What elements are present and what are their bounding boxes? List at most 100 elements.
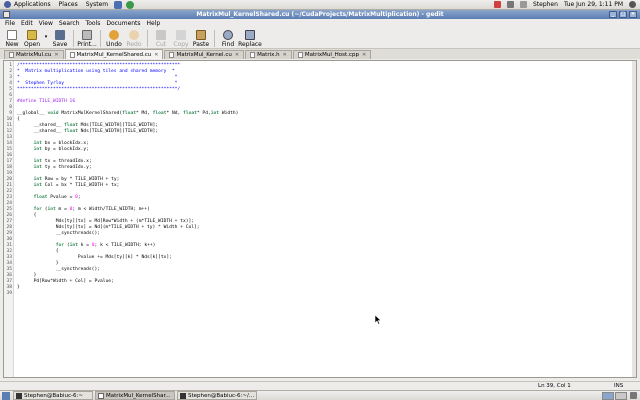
menu-documents[interactable]: Documents [103,20,143,27]
tab-label: MatrixMul_KernelShared.cu [76,51,152,58]
vertical-scrollbar[interactable] [632,61,636,377]
code-line[interactable]: __syncthreads(); [17,231,100,237]
menu-search[interactable]: Search [56,20,83,27]
new-button[interactable]: New [2,28,22,48]
cut-icon [156,30,166,40]
gedit-window-icon[interactable] [3,11,10,18]
chrome-launcher-icon[interactable] [126,0,135,9]
menu-file[interactable]: File [2,20,18,27]
save-button[interactable]: Save [50,28,70,48]
tab-matrixmul-kernel[interactable]: MatrixMul_Kernel.cu ✕ [164,50,245,59]
tab-matrixmul-kernelshared[interactable]: MatrixMul_KernelShared.cu ✕ [64,49,164,59]
replace-button[interactable]: Replace [238,28,262,48]
workspace-2[interactable] [615,391,627,400]
code-line[interactable]: for (int m = 0; m < Width/TILE_WIDTH; m+… [17,207,150,213]
open-folder-icon [27,30,37,40]
code-line[interactable]: } [17,285,20,291]
toolbar: New Open ▾ Save Print... Undo Redo Cut C… [0,28,640,49]
close-icon[interactable]: ✕ [154,52,158,58]
places-menu[interactable]: Places [55,0,82,10]
menu-view[interactable]: View [36,20,56,27]
open-button[interactable]: Open [22,28,42,48]
line-number: 39 [6,291,12,296]
update-notifier-icon[interactable] [493,1,501,8]
menu-help[interactable]: Help [144,20,164,27]
taskbar-item-terminal-1[interactable]: Stephen@Babiuc-6:~ [13,391,93,400]
bottom-taskbar: Stephen@Babiuc-6:~ MatrixMul_KernelShar.… [0,390,640,400]
menubar: File Edit View Search Tools Documents He… [0,19,640,28]
close-icon[interactable]: × [629,11,637,18]
paste-icon [196,30,206,40]
replace-icon [245,30,255,40]
system-menu[interactable]: System [82,0,112,10]
workspace-1[interactable] [602,391,614,400]
clock[interactable]: Tue Jun 29, 1:11 PM [564,1,623,8]
power-icon[interactable] [629,1,636,8]
undo-icon [109,30,119,40]
taskbar-item-gedit[interactable]: MatrixMul_KernelShar... [95,391,175,400]
statusbar: Ln 39, Col 1 INS [0,381,640,390]
trash-icon[interactable] [630,392,637,399]
find-button[interactable]: Find [218,28,238,48]
line-number-gutter: 1 2 3 4 5 6 7 8 9 10 11 12 13 14 15 16 17 18 19 20 21 22 23 24 2… [4,61,14,377]
code-area[interactable]: /***************************************… [17,61,632,377]
code-line[interactable]: __global__ void MatrixMulKernelShared(fl… [17,111,238,117]
menu-edit[interactable]: Edit [18,20,36,27]
redo-icon [129,30,139,40]
tab-matrixmul[interactable]: MatrixMul.cu ✕ [4,50,64,59]
taskbar-label: Stephen@Babiuc-6:~/... [188,392,255,399]
open-recent-dropdown[interactable]: ▾ [42,28,50,40]
window-titlebar[interactable]: MatrixMul_KernelShared.cu (~/CudaProject… [0,10,640,19]
redo-button[interactable]: Redo [124,28,144,48]
places-label: Places [58,1,78,8]
chevron-down-icon: ▾ [44,34,48,40]
code-line[interactable]: int Col = bx * TILE_WIDTH + tx; [17,183,120,189]
close-icon[interactable]: ✕ [362,52,366,58]
code-line[interactable]: ****************************************… [17,87,180,93]
print-label: Print... [77,41,97,48]
tab-matrix-h[interactable]: Matrix.h ✕ [245,50,292,59]
find-label: Find [221,41,235,48]
menu-tools[interactable]: Tools [83,20,104,27]
print-button[interactable]: Print... [77,28,97,48]
code-line[interactable]: float Pvalue = 0; [17,195,81,201]
close-icon[interactable]: ✕ [283,52,287,58]
maximize-icon[interactable]: □ [619,11,627,18]
gedit-icon [98,392,104,399]
undo-button[interactable]: Undo [104,28,124,48]
toolbar-separator [73,30,74,47]
show-desktop-icon[interactable] [2,391,10,400]
close-icon[interactable]: ✕ [235,52,239,58]
code-line[interactable]: Pd[Row*Width + Col] = Pvalue; [17,279,114,285]
file-icon [297,52,303,58]
firefox-launcher-icon[interactable] [114,0,123,9]
editor-pane[interactable]: 1 2 3 4 5 6 7 8 9 10 11 12 13 14 15 16 17 18 19 20 21 22 23 24 2… [3,60,637,378]
tab-label: Matrix.h [257,52,280,58]
user-name[interactable]: Stephen [533,1,558,8]
insert-mode[interactable]: INS [614,383,623,389]
save-icon [55,30,65,40]
taskbar-label: Stephen@Babiuc-6:~ [24,392,83,399]
tab-matrixmul-host[interactable]: MatrixMul_Host.cpp ✕ [292,50,372,59]
paste-label: Paste [192,41,210,48]
save-label: Save [52,41,68,48]
cut-button[interactable]: Cut [151,28,171,48]
code-line[interactable]: int ty = threadIdx.y; [17,165,92,171]
close-icon[interactable]: ✕ [54,52,58,58]
copy-icon [176,30,186,40]
copy-button[interactable]: Copy [171,28,191,48]
tab-label: MatrixMul_Kernel.cu [176,52,232,58]
taskbar-item-terminal-2[interactable]: Stephen@Babiuc-6:~/... [177,391,257,400]
minimize-icon[interactable]: _ [609,11,617,18]
terminal-icon [16,392,22,399]
volume-icon[interactable] [519,1,527,8]
system-label: System [85,1,109,8]
applications-menu[interactable]: Applications [0,0,55,10]
toolbar-separator [214,30,215,47]
paste-button[interactable]: Paste [191,28,211,48]
code-line[interactable]: int by = blockIdx.y; [17,147,89,153]
cut-label: Cut [155,41,167,48]
code-line[interactable]: #define TILE_WIDTH 16 [17,99,75,105]
code-line[interactable]: __shared__ float Nds[TILE_WIDTH][TILE_WI… [17,129,159,135]
network-icon[interactable] [506,1,514,8]
